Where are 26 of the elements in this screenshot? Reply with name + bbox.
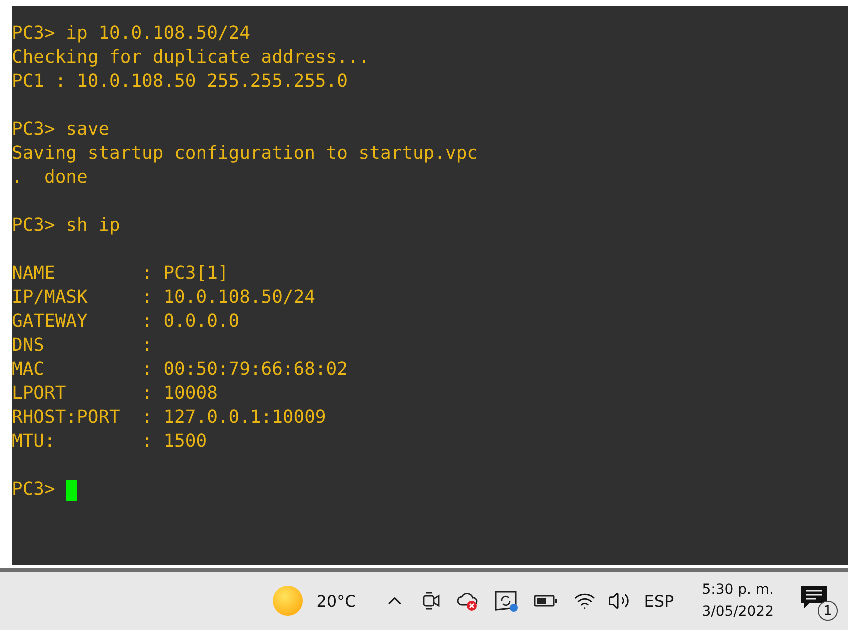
terminal-line: . done xyxy=(12,166,88,190)
cursor-block xyxy=(66,480,78,500)
cloud-error-icon[interactable] xyxy=(456,590,480,612)
terminal-line: NAME : PC3[1] xyxy=(12,262,229,286)
language-indicator[interactable]: ESP xyxy=(644,592,674,610)
terminal-line: PC3> sh ip xyxy=(12,214,120,238)
clock[interactable]: 5:30 p. m. 3/05/2022 xyxy=(702,582,774,620)
battery-icon[interactable] xyxy=(534,594,558,608)
terminal-line: GATEWAY : 0.0.0.0 xyxy=(12,310,240,334)
terminal-line: RHOST:PORT : 127.0.0.1:10009 xyxy=(12,406,326,430)
notification-count: 1 xyxy=(818,601,838,621)
display-sync-icon[interactable] xyxy=(494,589,520,613)
camera-icon[interactable] xyxy=(422,590,442,612)
temperature[interactable]: 20°C xyxy=(316,592,356,610)
terminal-line: PC3> ip 10.0.108.50/24 xyxy=(12,22,250,46)
terminal-line: DNS : xyxy=(12,334,153,358)
terminal-line: PC3> save xyxy=(12,118,110,142)
volume-icon[interactable] xyxy=(608,590,630,612)
terminal-prompt: PC3> xyxy=(12,478,56,502)
terminal-line: MTU: : 1500 xyxy=(12,430,208,454)
terminal-line: Saving startup configuration to startup.vpc xyxy=(12,142,478,166)
terminal-line: LPORT : 10008 xyxy=(12,382,218,406)
terminal-line: PC1 : 10.0.108.50 255.255.255.0 xyxy=(12,70,348,94)
terminal-line: IP/MASK : 10.0.108.50/24 xyxy=(12,286,316,310)
terminal-line: Checking for duplicate address... xyxy=(12,46,370,70)
terminal-line: MAC : 00:50:79:66:68:02 xyxy=(12,358,348,382)
